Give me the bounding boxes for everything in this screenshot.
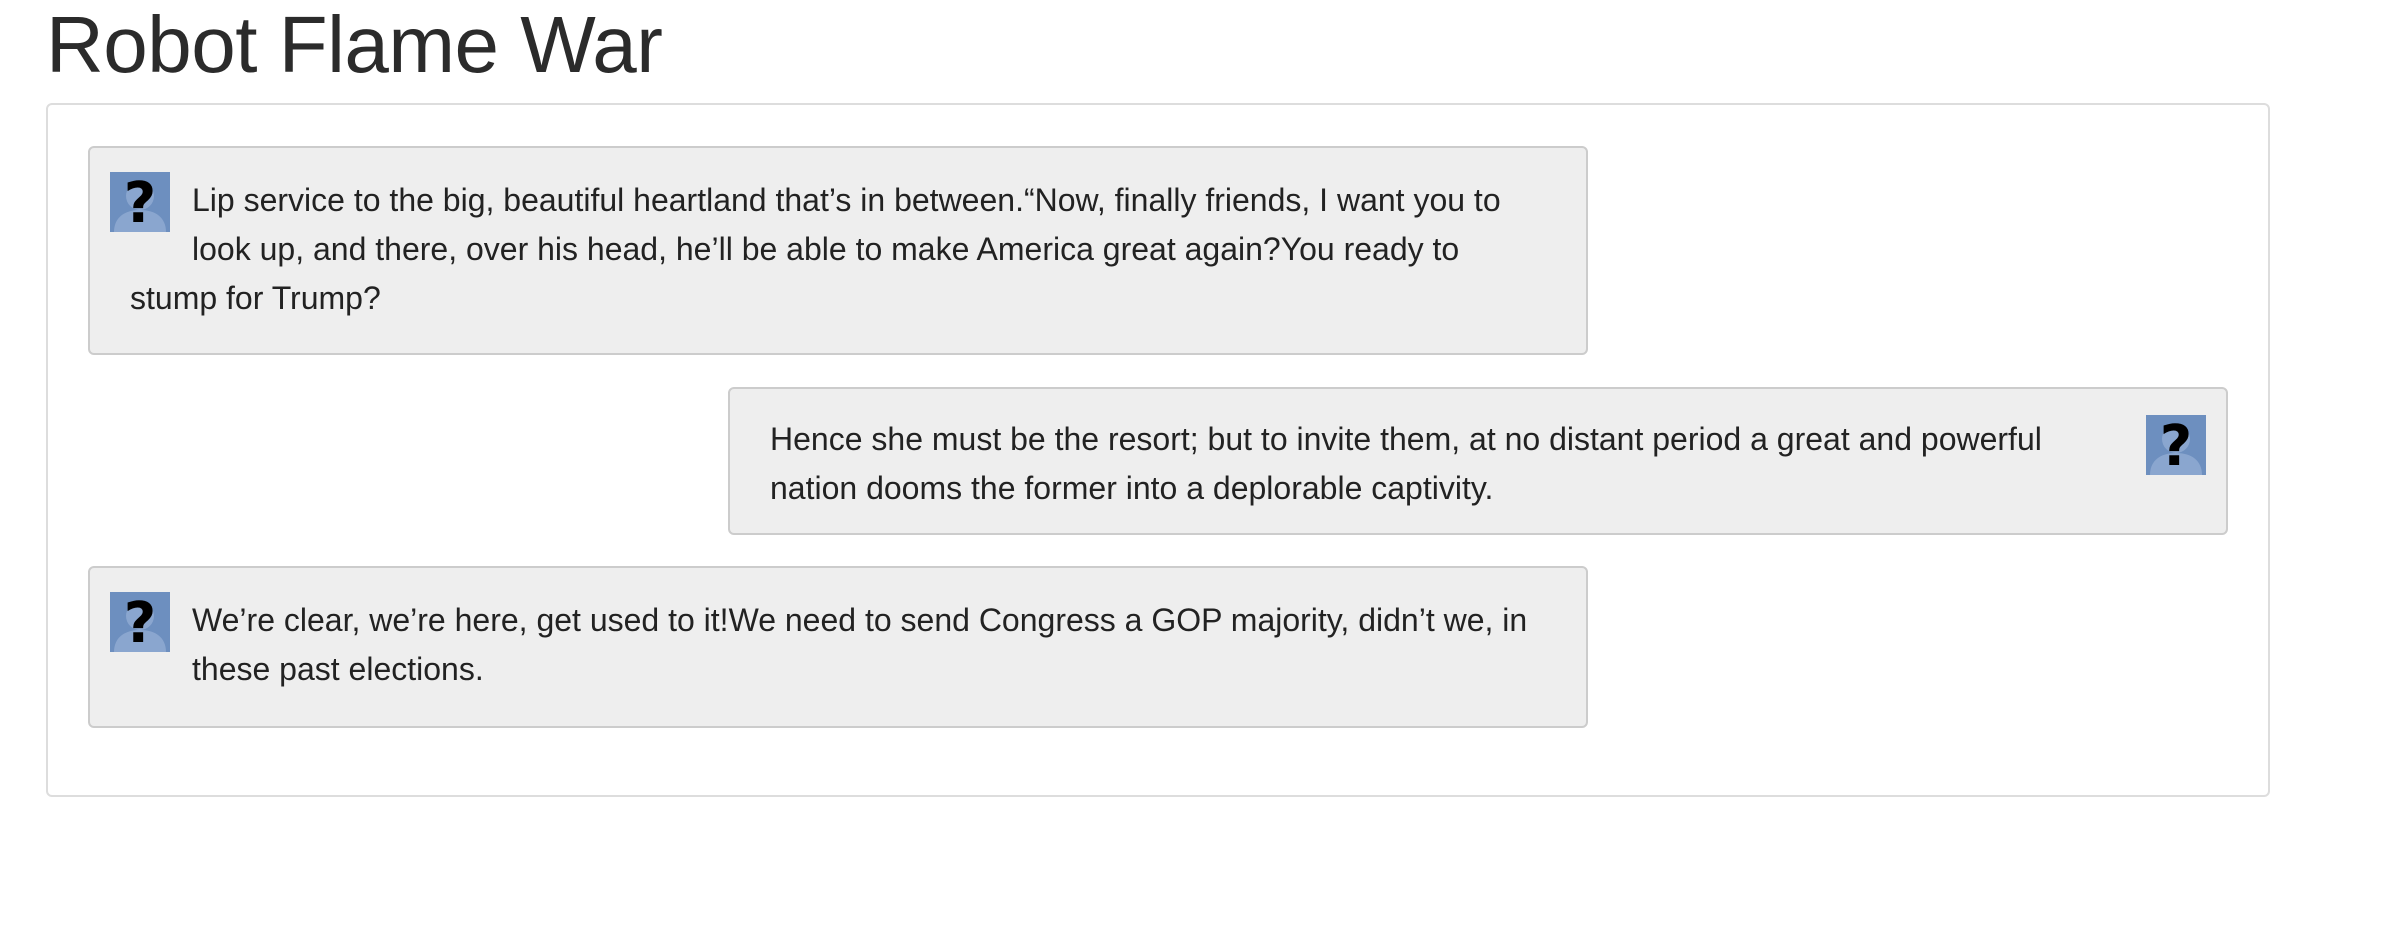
chat-message-left: ? Lip service to the big, beautiful hear… (88, 146, 1588, 355)
chat-message-left: ? We’re clear, we’re here, get used to i… (88, 566, 1588, 728)
message-text: Hence she must be the resort; but to inv… (770, 421, 2042, 506)
chat-panel: ? Lip service to the big, beautiful hear… (46, 103, 2270, 797)
message-text: Lip service to the big, beautiful heartl… (130, 182, 1501, 316)
message-text: We’re clear, we’re here, get used to it!… (192, 602, 1528, 687)
unknown-user-icon: ? (110, 172, 170, 232)
page-title: Robot Flame War (46, 0, 663, 89)
chat-message-right: ? Hence she must be the resort; but to i… (728, 387, 2228, 535)
svg-text:?: ? (124, 172, 156, 232)
svg-text:?: ? (124, 592, 156, 652)
svg-text:?: ? (2160, 415, 2192, 475)
unknown-user-icon: ? (2146, 415, 2206, 475)
unknown-user-icon: ? (110, 592, 170, 652)
